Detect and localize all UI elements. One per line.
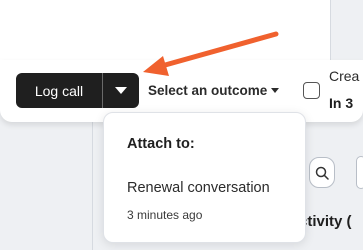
activity-heading: ctivity (	[299, 213, 352, 230]
popover-title: Attach to:	[127, 136, 195, 152]
caret-down-icon	[271, 88, 280, 93]
filter-button[interactable]	[356, 156, 363, 189]
create-task-checkbox[interactable]	[303, 82, 320, 99]
right-panel-strip	[332, 0, 363, 64]
task-due-label: In 3	[329, 95, 354, 111]
log-call-button-group: Log call	[16, 73, 139, 108]
search-button[interactable]	[309, 157, 335, 188]
attach-to-popover: Attach to: Renewal conversation 3 minute…	[103, 112, 306, 243]
attach-item-timestamp: 3 minutes ago	[127, 208, 203, 222]
log-call-button[interactable]: Log call	[16, 73, 102, 108]
create-task-label: Crea	[329, 68, 360, 84]
caret-down-icon	[115, 86, 127, 94]
log-call-dropdown-button[interactable]	[102, 73, 139, 108]
attach-item-renewal-conversation[interactable]: Renewal conversation	[127, 180, 270, 196]
composer-area	[0, 0, 331, 64]
outcome-dropdown-label: Select an outcome	[148, 83, 268, 98]
search-icon	[315, 166, 329, 180]
outcome-dropdown[interactable]: Select an outcome	[148, 83, 280, 98]
